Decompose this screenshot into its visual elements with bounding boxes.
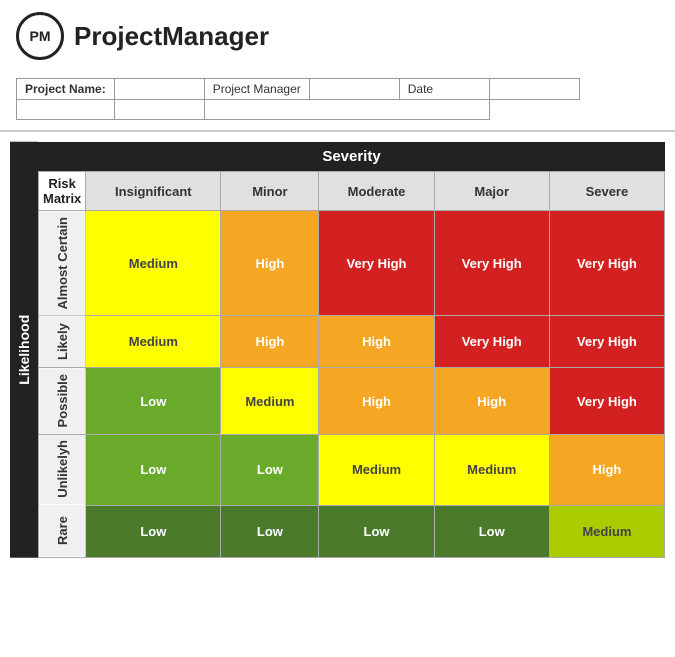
matrix-cell-r0-c2: Very High: [319, 211, 434, 316]
matrix-cell-r2-c2: High: [319, 368, 434, 434]
col-severe: Severe: [549, 172, 664, 211]
matrix-cell-r1-c0: Medium: [86, 316, 221, 368]
pm-input[interactable]: [114, 100, 204, 120]
project-name-input[interactable]: [17, 100, 115, 120]
app-title: ProjectManager: [74, 21, 269, 52]
col-minor: Minor: [221, 172, 319, 211]
matrix-cell-r0-c0: Medium: [86, 211, 221, 316]
matrix-cell-r3-c2: Medium: [319, 434, 434, 505]
project-manager-label: Project Manager: [204, 79, 309, 100]
logo: PM: [16, 12, 64, 60]
project-name-value[interactable]: [114, 79, 204, 100]
matrix-cell-r3-c3: Medium: [434, 434, 549, 505]
matrix-cell-r4-c1: Low: [221, 505, 319, 557]
matrix-cell-r2-c4: Very High: [549, 368, 664, 434]
matrix-cell-r3-c4: High: [549, 434, 664, 505]
matrix-cell-r2-c3: High: [434, 368, 549, 434]
row-label-2: Possible: [39, 368, 86, 434]
matrix-cell-r2-c0: Low: [86, 368, 221, 434]
matrix-cell-r4-c3: Low: [434, 505, 549, 557]
matrix-cell-r3-c0: Low: [86, 434, 221, 505]
matrix-cell-r4-c4: Medium: [549, 505, 664, 557]
date-input[interactable]: [204, 100, 489, 120]
matrix-cell-r4-c2: Low: [319, 505, 434, 557]
matrix-cell-r1-c3: Very High: [434, 316, 549, 368]
likelihood-label: Likelihood: [10, 142, 38, 558]
matrix-cell-r1-c1: High: [221, 316, 319, 368]
row-label-0: Almost Certain: [39, 211, 86, 316]
col-moderate: Moderate: [319, 172, 434, 211]
matrix-table: Risk Matrix Insignificant Minor Moderate…: [38, 171, 665, 558]
matrix-cell-r1-c2: High: [319, 316, 434, 368]
matrix-cell-r0-c1: High: [221, 211, 319, 316]
project-info: Project Name: Project Manager Date: [16, 78, 659, 120]
matrix-cell-r3-c1: Low: [221, 434, 319, 505]
row-label-1: Likely: [39, 316, 86, 368]
col-major: Major: [434, 172, 549, 211]
project-manager-value[interactable]: [309, 79, 399, 100]
matrix-cell-r0-c4: Very High: [549, 211, 664, 316]
matrix-cell-r4-c0: Low: [86, 505, 221, 557]
project-name-label: Project Name:: [17, 79, 115, 100]
col-insignificant: Insignificant: [86, 172, 221, 211]
matrix-cell-r2-c1: Medium: [221, 368, 319, 434]
matrix-inner: Severity Risk Matrix Insignificant Minor…: [38, 142, 665, 558]
matrix-container: Likelihood Severity Risk Matrix Insignif…: [10, 142, 665, 558]
divider: [0, 130, 675, 132]
matrix-cell-r1-c4: Very High: [549, 316, 664, 368]
date-label: Date: [399, 79, 489, 100]
risk-matrix-label: Risk Matrix: [39, 172, 86, 211]
row-label-4: Rare: [39, 505, 86, 557]
row-label-3: Unlikelyh: [39, 434, 86, 505]
severity-header: Severity: [38, 142, 665, 171]
date-value[interactable]: [489, 79, 579, 100]
matrix-cell-r0-c3: Very High: [434, 211, 549, 316]
header: PM ProjectManager: [0, 0, 675, 72]
